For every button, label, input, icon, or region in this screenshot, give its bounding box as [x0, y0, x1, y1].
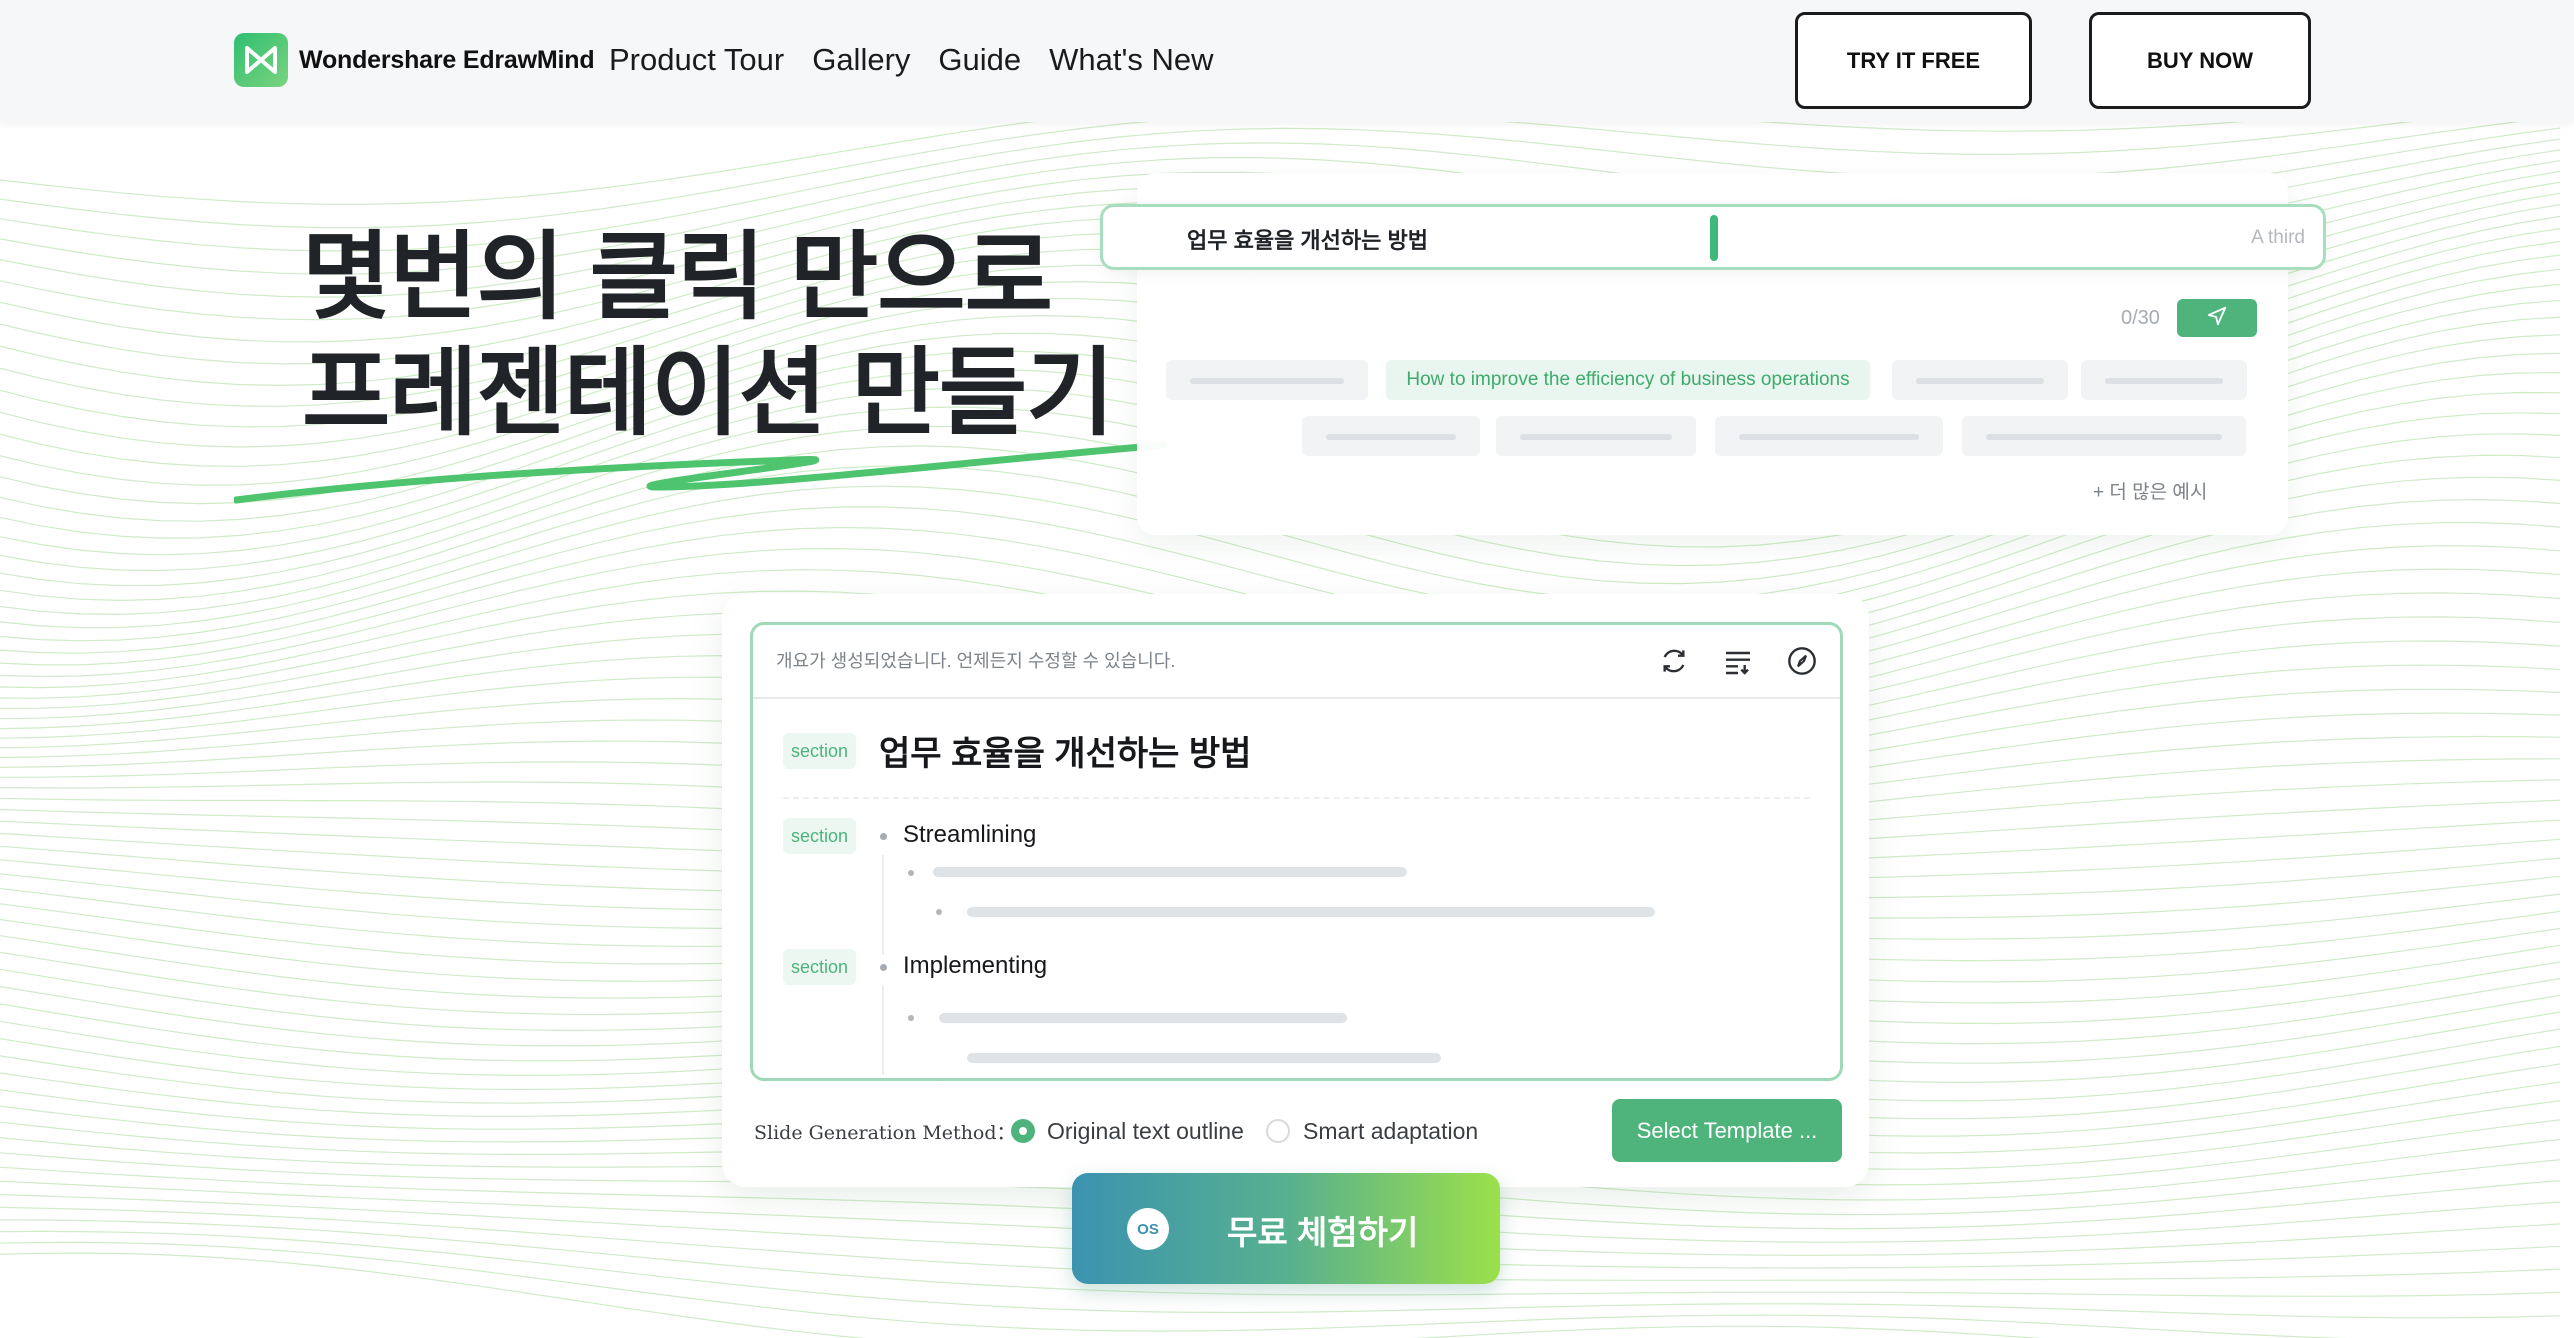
- refresh-icon[interactable]: [1656, 643, 1692, 679]
- radio-original-outline-label[interactable]: Original text outline: [1047, 1118, 1244, 1145]
- section-tag: section: [783, 949, 857, 985]
- placeholder-line: [967, 1053, 1441, 1063]
- outline-item-streamlining: Streamlining: [903, 821, 1037, 848]
- example-chip-placeholder[interactable]: [1892, 360, 2068, 400]
- tree-line: [882, 985, 884, 1075]
- hero-title-line1: 몇번의 클릭 만으로: [302, 224, 1053, 331]
- more-examples-link[interactable]: + 더 많은 예시: [2093, 477, 2207, 504]
- top-header: Wondershare EdrawMind Product Tour Galle…: [0, 0, 2574, 122]
- send-icon: [2206, 305, 2228, 332]
- text-caret: [1710, 215, 1718, 261]
- outline-item-implementing: Implementing: [903, 952, 1048, 979]
- nav-whats-new[interactable]: What's New: [1049, 38, 1213, 82]
- tree-line: [882, 855, 884, 955]
- radio-smart-adaptation-label[interactable]: Smart adaptation: [1303, 1118, 1478, 1145]
- free-trial-button[interactable]: OS 무료 체험하기: [1072, 1173, 1500, 1284]
- topic-input[interactable]: 업무 효율을 개선하는 방법 A third: [1100, 204, 2326, 270]
- radio-smart-adaptation[interactable]: [1266, 1119, 1290, 1143]
- placeholder-line: [967, 907, 1655, 917]
- bullet: [908, 1015, 914, 1021]
- outline-editor[interactable]: 개요가 생성되었습니다. 언제든지 수정할 수 있습니다. section 업무…: [750, 622, 1843, 1081]
- free-trial-label: 무료 체험하기: [1227, 1214, 1419, 1251]
- char-counter: 0/30: [2121, 307, 2160, 329]
- bullet: [936, 909, 942, 915]
- select-template-button[interactable]: Select Template ...: [1612, 1099, 1842, 1162]
- outline-dashed-divider: [783, 797, 1810, 799]
- compass-icon[interactable]: [1784, 643, 1820, 679]
- example-chip-placeholder[interactable]: [2081, 360, 2247, 400]
- example-chip-placeholder[interactable]: [1166, 360, 1368, 400]
- outline-notice: 개요가 생성되었습니다. 언제든지 수정할 수 있습니다.: [776, 651, 1176, 671]
- example-chip-placeholder[interactable]: [1496, 416, 1696, 456]
- bullet: [880, 833, 887, 840]
- send-button[interactable]: [2177, 299, 2257, 337]
- nav-product-tour[interactable]: Product Tour: [609, 38, 784, 82]
- logo-text: Wondershare EdrawMind: [299, 45, 595, 74]
- example-chip-placeholder[interactable]: [1962, 416, 2246, 456]
- example-chip-label: How to improve the efficiency of busines…: [1406, 369, 1850, 390]
- os-icon: OS: [1127, 1208, 1169, 1250]
- example-chip[interactable]: How to improve the efficiency of busines…: [1386, 360, 1870, 400]
- outline-divider: [753, 697, 1840, 699]
- bullet: [880, 964, 887, 971]
- try-it-free-button[interactable]: TRY IT FREE: [1795, 12, 2032, 109]
- section-tag: section: [783, 733, 857, 769]
- topic-input-value: 업무 효율을 개선하는 방법: [1187, 228, 1428, 253]
- example-chip-placeholder[interactable]: [1302, 416, 1480, 456]
- example-chip-placeholder[interactable]: [1715, 416, 1943, 456]
- logo-icon: [234, 33, 288, 87]
- slide-generation-method-label: Slide Generation Method：: [754, 1122, 1016, 1144]
- list-sort-icon[interactable]: [1720, 643, 1756, 679]
- brand-logo[interactable]: Wondershare EdrawMind: [234, 33, 595, 87]
- section-tag: section: [783, 818, 857, 854]
- hero-title-line2: 프레젠테이션 만들기: [302, 340, 1115, 447]
- buy-now-button[interactable]: BUY NOW: [2089, 12, 2311, 109]
- outline-toolbar: [1656, 643, 1820, 679]
- hero-heading: 몇번의 클릭 만으로 프레젠테이션 만들기: [302, 220, 1115, 452]
- placeholder-line: [933, 867, 1407, 877]
- placeholder-line: [939, 1013, 1347, 1023]
- main-nav: Product Tour Gallery Guide What's New: [609, 38, 1214, 82]
- nav-gallery[interactable]: Gallery: [812, 38, 910, 82]
- radio-original-outline[interactable]: [1011, 1119, 1035, 1143]
- topic-input-hint: A third: [2251, 227, 2305, 248]
- nav-guide[interactable]: Guide: [938, 38, 1021, 82]
- bullet: [908, 870, 914, 876]
- outline-title: 업무 효율을 개선하는 방법: [879, 735, 1252, 773]
